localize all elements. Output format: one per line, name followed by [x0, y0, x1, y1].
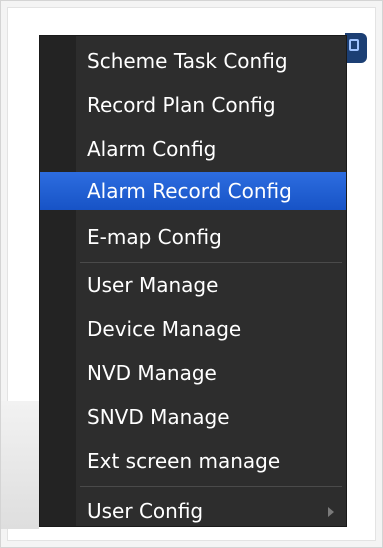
menu-item-alarm-record-config[interactable]: Alarm Record Config [40, 172, 346, 210]
chevron-right-icon [328, 507, 334, 517]
menu-item-scheme-task-config[interactable]: Scheme Task Config [40, 42, 346, 80]
menu-separator [80, 262, 342, 263]
menu-item-nvd-manage[interactable]: NVD Manage [40, 354, 346, 392]
menu-item-record-plan-config[interactable]: Record Plan Config [40, 86, 346, 124]
context-menu: Scheme Task Config Record Plan Config Al… [39, 35, 347, 527]
menu-item-user-manage[interactable]: User Manage [40, 266, 346, 304]
menu-item-device-manage[interactable]: Device Manage [40, 310, 346, 348]
menu-item-e-map-config[interactable]: E-map Config [40, 218, 346, 256]
menu-item-ext-screen-manage[interactable]: Ext screen manage [40, 442, 346, 480]
screenshot-frame: Scheme Task Config Record Plan Config Al… [0, 0, 383, 548]
menu-separator [80, 486, 342, 487]
background-window [1, 401, 39, 529]
app-window-corner [345, 33, 367, 63]
menu-item-label: User Config [87, 499, 204, 523]
menu-item-alarm-config[interactable]: Alarm Config [40, 130, 346, 168]
window-icon [349, 39, 359, 51]
menu-item-user-config[interactable]: User Config [40, 492, 346, 530]
menu-item-snvd-manage[interactable]: SNVD Manage [40, 398, 346, 436]
